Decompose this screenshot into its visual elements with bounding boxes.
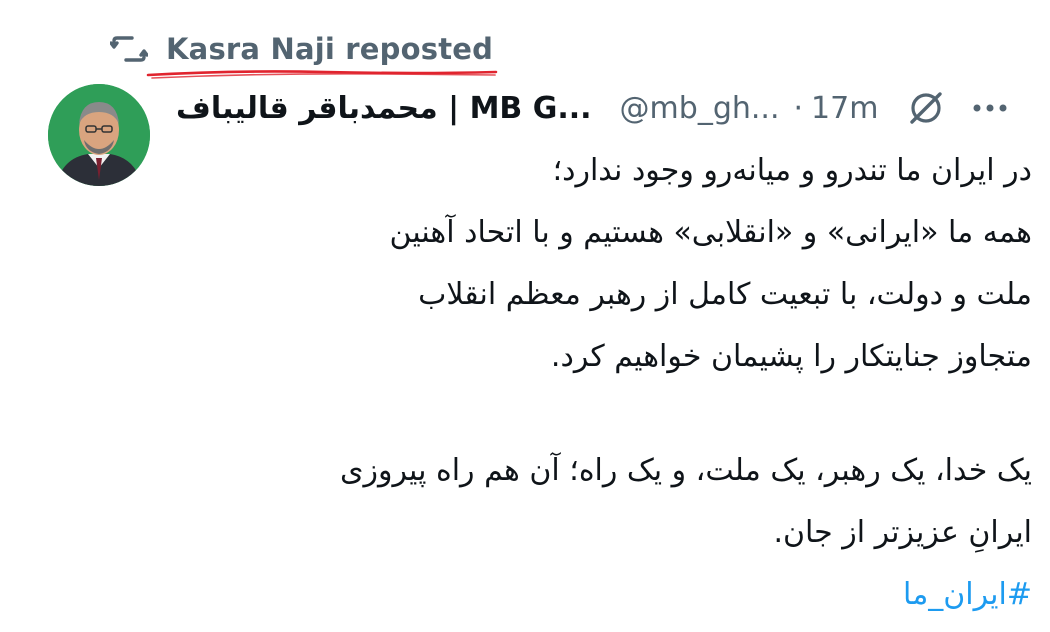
more-options-icon[interactable]: [968, 86, 1012, 130]
tweet-line: در ایران ما تندرو و میانه‌رو وجود ندارد؛: [552, 153, 1032, 188]
author-name[interactable]: محمدباقر قالیباف | MB G...: [176, 91, 592, 126]
tweet-line: ملت و دولت، با تبعیت کامل از رهبر معظم ا…: [418, 277, 1032, 312]
repost-indicator[interactable]: Kasra Naji reposted: [108, 28, 493, 70]
tweet-line: ایرانِ عزیزتر از جان.: [773, 515, 1032, 550]
author-name-separator: |: [437, 90, 470, 126]
handdrawn-underline: [146, 70, 498, 79]
author-name-en[interactable]: MB G...: [470, 91, 592, 126]
tweet-text: در ایران ما تندرو و میانه‌رو وجود ندارد؛…: [176, 140, 1032, 626]
tweet-line: متجاوز جنایتکار را پشیمان خواهیم کرد.: [550, 339, 1032, 374]
paragraph-break: [176, 388, 1032, 440]
tweet-line: یک خدا، یک رهبر، یک ملت، و یک راه؛ آن هم…: [340, 453, 1032, 488]
separator-dot: ·: [793, 90, 804, 126]
avatar[interactable]: [48, 84, 150, 186]
author-name-fa[interactable]: محمدباقر قالیباف: [176, 91, 438, 126]
grok-icon[interactable]: [904, 86, 948, 130]
tweet-header: محمدباقر قالیباف | MB G... @mb_gh... · 1…: [176, 82, 1036, 134]
tweet-line: همه ما «ایرانی» و «انقلابی» هستیم و با ا…: [389, 215, 1032, 250]
author-handle[interactable]: @mb_gh...: [620, 91, 780, 126]
repost-icon: [108, 31, 150, 67]
timestamp[interactable]: 17m: [811, 91, 878, 126]
repost-label[interactable]: Kasra Naji reposted: [166, 32, 493, 66]
hashtag-link[interactable]: #ایران_ما: [176, 564, 1032, 626]
